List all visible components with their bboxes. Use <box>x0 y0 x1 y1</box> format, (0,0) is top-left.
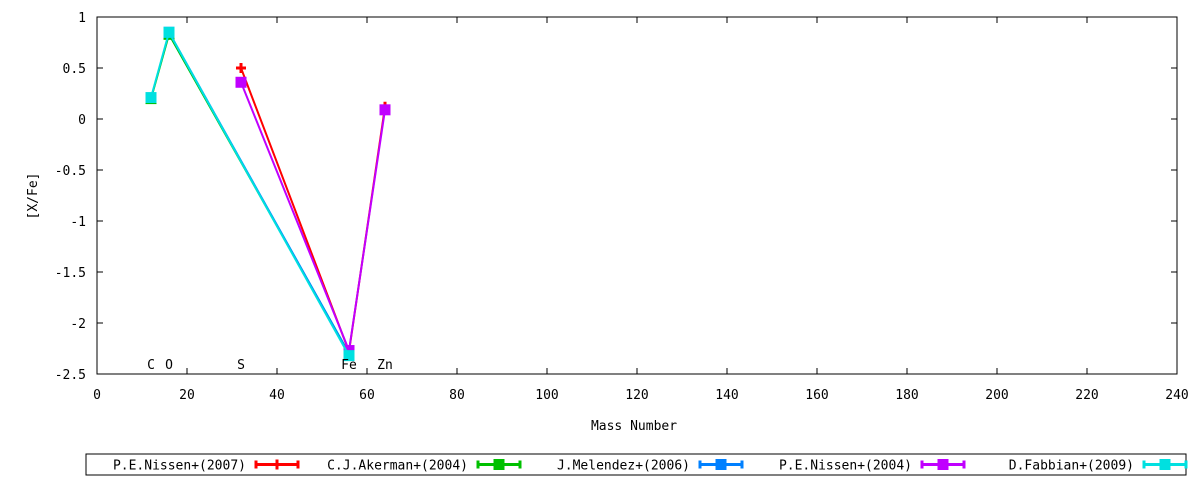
legend-label: J.Melendez+(2006) <box>557 459 690 474</box>
series-5 <box>145 26 355 362</box>
series-line <box>150 29 350 357</box>
y-tick-label: -0.5 <box>55 164 86 179</box>
legend-entry: J.Melendez+(2006) <box>557 459 744 474</box>
y-tick-label: -2.5 <box>55 368 86 383</box>
legend-entry: C.J.Akerman+(2004) <box>327 459 522 474</box>
legend-marker <box>1159 459 1171 470</box>
legend-entry: P.E.Nissen+(2007) <box>113 459 300 474</box>
series-4 <box>235 76 391 357</box>
y-tick-label: 0 <box>78 113 86 128</box>
y-tick-label: 0.5 <box>63 62 86 77</box>
x-tick-label: 80 <box>449 388 465 403</box>
y-tick-label: 1 <box>78 11 86 26</box>
element-label: S <box>237 358 245 373</box>
element-label: C <box>147 358 155 373</box>
series-line <box>150 31 350 355</box>
series-1 <box>236 63 390 357</box>
x-tick-label: 40 <box>269 388 285 403</box>
series-line <box>240 67 386 356</box>
legend-marker <box>272 459 282 470</box>
legend-entry: P.E.Nissen+(2004) <box>779 459 966 474</box>
y-tick-label: -2 <box>70 317 86 332</box>
y-axis-label: [X/Fe] <box>26 173 41 220</box>
x-tick-label: 200 <box>985 388 1008 403</box>
legend-label: P.E.Nissen+(2004) <box>779 459 912 474</box>
x-tick-label: 160 <box>805 388 828 403</box>
chart: 0 20 40 60 80 100 120 140 160 180 200 220 240 1 0.5 0 -0… <box>26 11 1189 476</box>
x-tick-label: 120 <box>625 388 648 403</box>
legend-label: D.Fabbian+(2009) <box>1009 459 1134 474</box>
x-tick-label: 220 <box>1075 388 1098 403</box>
data-point <box>379 104 391 116</box>
y-tick-label: -1 <box>70 215 86 230</box>
element-label: Zn <box>377 358 393 373</box>
legend-marker <box>715 459 727 470</box>
legend-entry: D.Fabbian+(2009) <box>1009 459 1188 474</box>
x-tick-label: 20 <box>179 388 195 403</box>
x-tick-label: 140 <box>715 388 738 403</box>
data-point <box>235 76 247 88</box>
x-tick-label: 0 <box>93 388 101 403</box>
x-axis-label: Mass Number <box>591 419 677 434</box>
legend-label: P.E.Nissen+(2007) <box>113 459 246 474</box>
x-tick-label: 100 <box>535 388 558 403</box>
legend-label: C.J.Akerman+(2004) <box>327 459 468 474</box>
data-point <box>236 63 246 73</box>
x-tick-label: 60 <box>359 388 375 403</box>
x-tick-label: 180 <box>895 388 918 403</box>
legend-marker <box>493 459 505 470</box>
element-label: O <box>165 358 173 373</box>
data-point <box>145 92 157 104</box>
x-tick-label: 240 <box>1165 388 1188 403</box>
legend-marker <box>937 459 949 470</box>
element-label: Fe <box>341 358 357 373</box>
data-point <box>163 26 175 38</box>
y-tick-label: -1.5 <box>55 266 86 281</box>
